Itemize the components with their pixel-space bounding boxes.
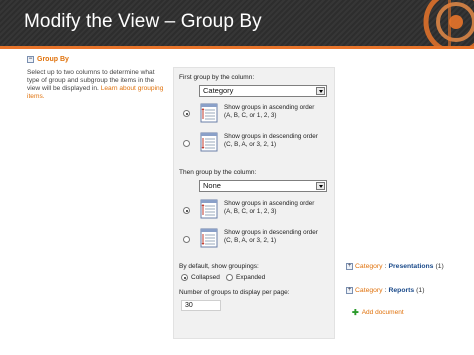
group-by-section-header[interactable]: − Group By: [27, 56, 69, 63]
collapse-toggle-icon[interactable]: −: [27, 56, 34, 63]
add-document-label: Add document: [361, 309, 404, 316]
groups-per-page-input[interactable]: 30: [181, 300, 221, 311]
group-count: (1): [416, 287, 425, 294]
descending-example: (C, B, A, or 3, 2, 1): [224, 141, 277, 148]
orange-circles-decoration: [423, 0, 474, 46]
collapsed-label: Collapsed: [191, 274, 220, 281]
first-group-select[interactable]: Category: [199, 85, 327, 97]
groups-per-page-label: Number of groups to display per page:: [179, 289, 290, 296]
default-show-label: By default, show groupings:: [179, 263, 259, 270]
sort-descending-icon: [200, 228, 218, 248]
ascending-label: Show groups in ascending order: [224, 104, 315, 111]
then-group-ascending-radio[interactable]: [183, 207, 190, 214]
group-by-description: Select up to two columns to determine wh…: [27, 69, 167, 101]
first-group-ascending-option: Show groups in ascending order (A, B, C,…: [224, 104, 334, 120]
plus-icon: ✚: [352, 308, 359, 317]
then-group-ascending-option: Show groups in ascending order (A, B, C,…: [224, 200, 334, 216]
add-document-link[interactable]: ✚ Add document: [352, 308, 404, 317]
expanded-radio[interactable]: [226, 274, 233, 281]
ascending-example: (A, B, C, or 1, 2, 3): [224, 112, 277, 119]
chevron-down-icon[interactable]: [316, 182, 325, 190]
ascending-label: Show groups in ascending order: [224, 200, 315, 207]
first-group-descending-option: Show groups in descending order (C, B, A…: [224, 133, 334, 149]
group-category-label: Category: [355, 263, 383, 270]
group-count: (1): [435, 263, 444, 270]
first-group-label: First group by the column:: [179, 74, 255, 81]
preview-group-row[interactable]: + Category : Presentations (1): [346, 263, 444, 270]
then-group-label: Then group by the column:: [179, 169, 257, 176]
group-value: Presentations: [388, 263, 434, 270]
group-value: Reports: [388, 287, 415, 294]
sort-ascending-icon: [200, 103, 218, 123]
descending-label: Show groups in descending order: [224, 133, 318, 140]
then-group-select[interactable]: None: [199, 180, 327, 192]
slide-title-bar: Modify the View – Group By: [0, 0, 474, 46]
group-separator: :: [384, 263, 387, 270]
group-separator: :: [384, 287, 387, 294]
expand-toggle-icon[interactable]: +: [346, 287, 353, 294]
collapsed-radio[interactable]: [181, 274, 188, 281]
expanded-label: Expanded: [236, 274, 266, 281]
first-group-descending-radio[interactable]: [183, 140, 190, 147]
sort-descending-icon: [200, 132, 218, 152]
then-group-descending-option: Show groups in descending order (C, B, A…: [224, 229, 334, 245]
first-group-selected-value: Category: [203, 86, 234, 95]
descending-example: (C, B, A, or 3, 2, 1): [224, 237, 277, 244]
group-by-heading: Group By: [37, 56, 69, 63]
sort-ascending-icon: [200, 199, 218, 219]
group-category-label: Category: [355, 287, 383, 294]
ascending-example: (A, B, C, or 1, 2, 3): [224, 208, 277, 215]
chevron-down-icon[interactable]: [316, 87, 325, 95]
title-underline: [0, 46, 474, 49]
then-group-selected-value: None: [203, 181, 221, 190]
expand-toggle-icon[interactable]: +: [346, 263, 353, 270]
first-group-ascending-radio[interactable]: [183, 110, 190, 117]
descending-label: Show groups in descending order: [224, 229, 318, 236]
group-by-settings-panel: First group by the column: Category Show…: [173, 67, 335, 339]
slide-title: Modify the View – Group By: [24, 11, 262, 32]
then-group-descending-radio[interactable]: [183, 236, 190, 243]
preview-group-row[interactable]: + Category : Reports (1): [346, 287, 424, 294]
